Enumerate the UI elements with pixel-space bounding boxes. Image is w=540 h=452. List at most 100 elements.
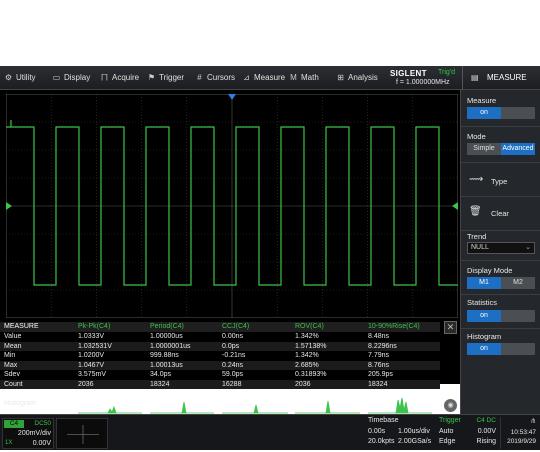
display-mode-m2[interactable]: M2 [501,277,535,289]
clear-button[interactable]: 🗑 Clear [461,198,540,230]
close-icon[interactable]: ✕ [444,321,457,334]
histogram-row: Histogram [0,396,440,414]
acquire-icon: ⨅ [101,73,108,82]
table-cell: -0.21ns [222,352,246,359]
column-header[interactable]: Period(C4) [150,322,184,332]
timebase-box[interactable]: Timebase 0.00s 1.00us/div 20.0kpts 2.00G… [366,417,436,449]
divider [461,126,540,127]
table-cell: 1.342% [295,352,319,359]
menu-analysis[interactable]: ⊞ Analysis [336,66,378,90]
trigger-slope: Rising [476,438,496,445]
cursors-icon: # [197,73,202,82]
histogram-rise [395,397,409,414]
clock-date: 2019/9/29 [507,438,536,445]
table-cell: 1.0000001us [150,342,191,350]
divider [461,162,540,163]
trend-select-value: NULL [471,244,489,251]
table-cell: 1.00000us [150,333,183,340]
display-mode-m1[interactable]: M1 [467,277,501,289]
trigger-position-marker[interactable] [228,94,236,100]
waveform-grid[interactable] [6,94,458,318]
trend-select[interactable]: NULL ⌄ [467,242,535,254]
histogram-toggle[interactable]: on [467,343,535,355]
divider [461,230,540,231]
probe-attenuation: 1X [5,440,13,446]
mode-simple-option[interactable]: Simple [467,143,501,155]
timebase-title: Timebase [368,417,399,424]
measure-toggle-on: on [467,107,501,119]
trigger-level-marker[interactable] [452,202,458,210]
trigger-status: Trig'd [438,69,456,76]
mode-advanced-option[interactable]: Advanced [501,143,535,155]
trigger-level: 0.00V [477,428,496,435]
menu-math[interactable]: M Math [289,66,319,90]
table-cell: 7.79ns [368,352,390,359]
table-cell: 1.0200V [78,352,105,359]
status-bar: C4 DC50 200mV/div 1X 0.00V Timebase 0.00… [0,414,540,450]
table-cell: 16288 [222,380,242,388]
histogram-pkpk [107,405,117,414]
column-header[interactable]: ROV(C4) [295,322,324,332]
column-header[interactable]: Pk-Pk(C4) [78,322,110,332]
type-button[interactable]: ⟿ Type [461,166,540,198]
histogram-settings-icon[interactable]: ◉ [444,399,457,412]
brand-logo: SIGLENT [390,69,427,78]
channel-scale: 200mV/div [17,430,51,437]
measure-side-panel: Measure on Mode Simple Advanced ⟿ Type 🗑… [460,90,540,414]
table-cell: 0.0ps [222,342,240,350]
menu-trigger[interactable]: ⚑ Trigger [147,66,184,90]
frequency-readout: f = 1.000000MHz [396,79,450,86]
statistics-toggle-on: on [467,310,501,322]
table-row: Count 2036 18324 16288 2036 18324 [0,379,440,389]
row-label: Count [4,380,23,388]
table-cell: 0.24ns [222,361,244,369]
table-cell: 999.88ns [150,352,179,359]
menu-display[interactable]: ▭ Display [52,66,91,90]
histogram-sparklines [78,397,432,414]
menu-utility[interactable]: ⚙ Utility [4,66,36,90]
statistics-toggle[interactable]: on [467,310,535,322]
divider [461,294,540,295]
menu-cursors[interactable]: # Cursors [195,66,235,90]
chevron-down-icon: ⌄ [525,244,531,251]
menu-measure[interactable]: ⊿ Measure [242,66,285,90]
add-channel-box[interactable] [56,418,108,449]
channel-4-descriptor[interactable]: C4 DC50 200mV/div 1X 0.00V [2,418,54,449]
divider [461,260,540,261]
column-header[interactable]: 10-90%Rise(C4) [368,322,420,332]
sample-rate: 2.00GSa/s [398,438,432,445]
channel-4-offset-marker[interactable] [6,202,12,210]
measure-toggle[interactable]: on [467,107,535,119]
column-header[interactable]: CCJ(C4) [222,322,249,332]
display-mode-label: Display Mode [467,266,513,275]
table-cell: 59.0ps [222,371,244,378]
menu-acquire[interactable]: ⨅ Acquire [100,66,139,90]
row-label: Max [4,361,18,369]
table-cell: 1.0333V [78,333,105,340]
table-row: Mean 1.032531V 1.0000001us 0.0ps 1.57138… [0,341,440,351]
trigger-box[interactable]: Trigger C4 DC Auto 0.00V Edge Rising [438,417,498,449]
table-cell: 18324 [368,380,388,388]
clear-button-label: Clear [491,209,509,218]
table-cell: 3.575mV [78,371,107,378]
channel-coupling: DC50 [34,420,51,427]
table-cell: 1.0467V [78,361,105,369]
measure-menu-header[interactable]: ▤ MEASURE [462,66,540,90]
table-cell: 1.032531V [78,342,112,350]
divider [461,328,540,329]
channel-offset: 0.00V [32,440,51,447]
table-row: Max 1.0467V 1.00013us 0.24ns 2.685% 8.76… [0,360,440,370]
row-label: Value [4,333,22,340]
measure-label: Measure [467,96,497,105]
brand-block: SIGLENT Trig'd f = 1.000000MHz [388,68,460,88]
math-icon: M [290,73,297,82]
table-cell: 2036 [295,380,311,388]
table-cell: 8.2296ns [368,342,397,350]
table-cell: 8.48ns [368,333,390,340]
type-button-label: Type [491,177,508,186]
menu-bar: ⚙ Utility ▭ Display ⨅ Acquire ⚑ Trigger # Cur… [0,66,540,90]
histogram-period [181,401,187,414]
row-label: Sdev [4,371,20,378]
trash-icon: 🗑 [469,206,482,217]
analysis-icon: ⊞ [337,73,344,82]
